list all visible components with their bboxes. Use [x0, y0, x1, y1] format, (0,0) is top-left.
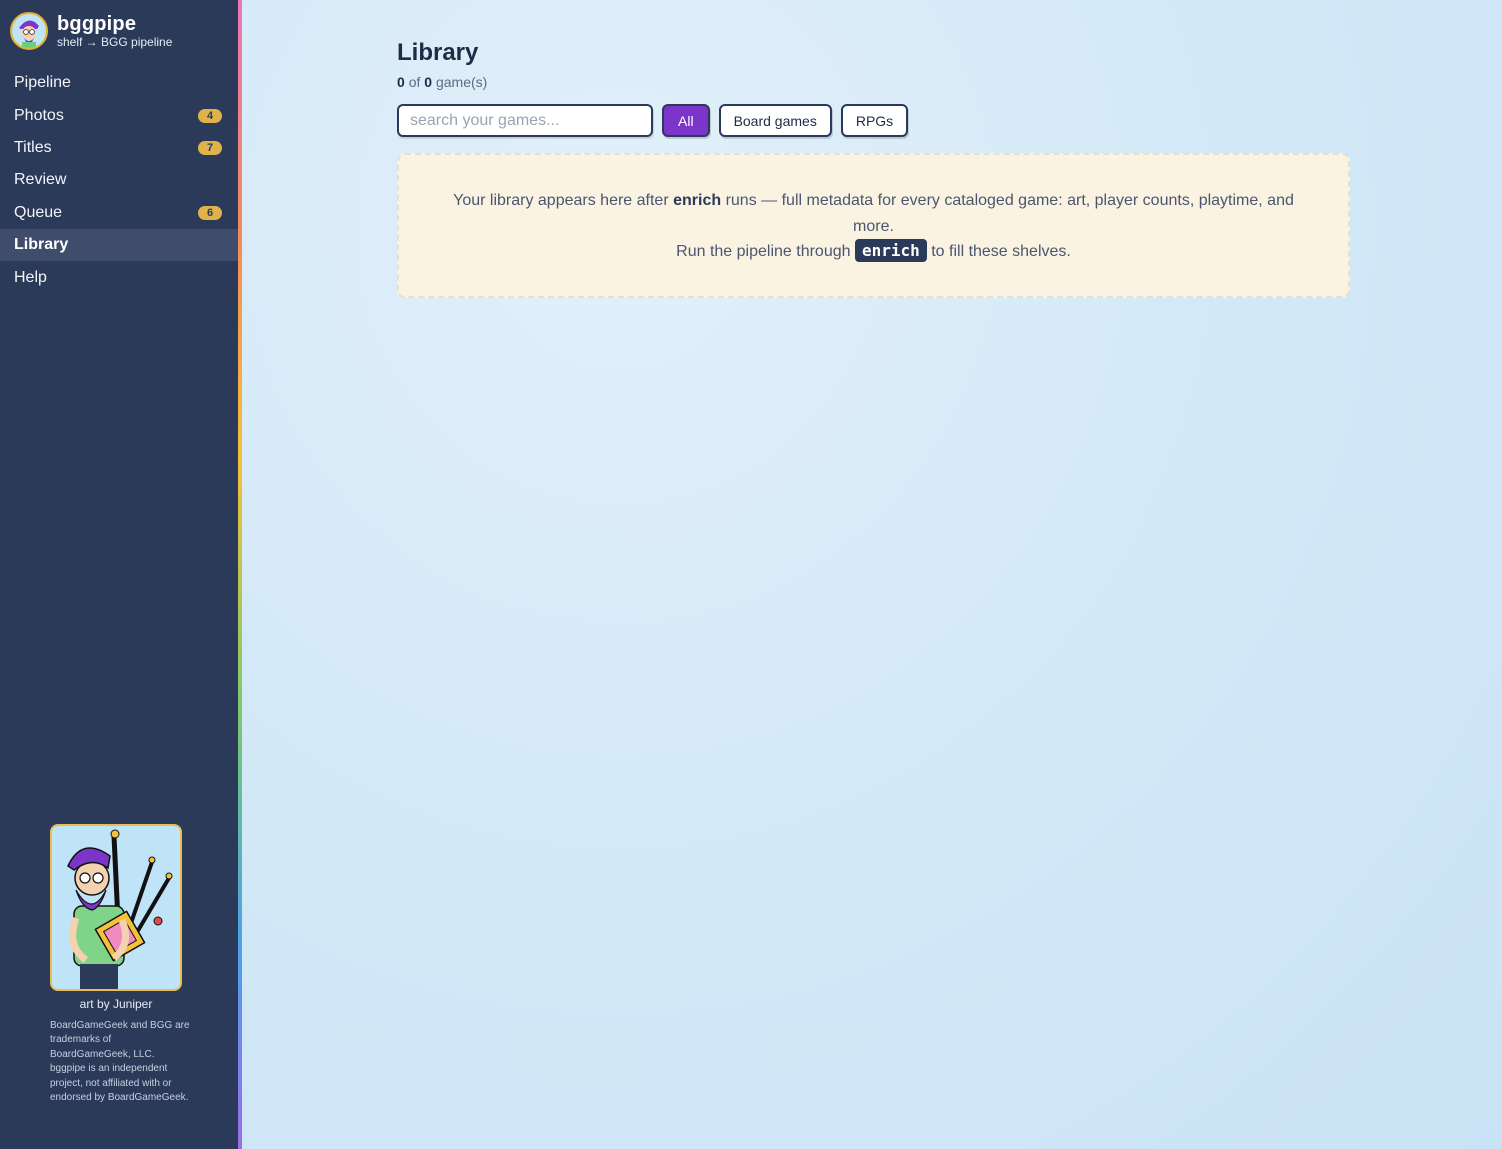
- empty-state-line2: Run the pipeline through enrich to fill …: [439, 239, 1308, 265]
- sidebar-item-review[interactable]: Review: [0, 164, 238, 196]
- count-badge: 7: [198, 140, 222, 155]
- page-title: Library: [397, 39, 479, 66]
- sidebar-item-help[interactable]: Help: [0, 261, 238, 293]
- sidebar-nav: Pipeline Photos 4 Titles 7 Review Queue …: [0, 67, 238, 294]
- count-total: 0: [424, 74, 433, 90]
- main-panel: Library 0 of 0 game(s) All Board games R…: [242, 0, 1502, 1149]
- filter-board-games-button[interactable]: Board games: [718, 104, 832, 137]
- trademark-notice: BoardGameGeek and BGG are trademarks of …: [50, 1020, 190, 1104]
- sidebar-item-library[interactable]: Library: [0, 228, 238, 262]
- brand[interactable]: bggpipe shelf → BGG pipeline: [10, 12, 172, 50]
- search-input[interactable]: [397, 104, 653, 137]
- sidebar-item-label: Help: [14, 268, 47, 286]
- sidebar: bggpipe shelf → BGG pipeline Pipeline Ph…: [0, 0, 238, 1149]
- sidebar-item-photos[interactable]: Photos 4: [0, 99, 238, 131]
- sidebar-item-queue[interactable]: Queue 6: [0, 197, 238, 229]
- mascot-illustration: [50, 824, 182, 991]
- game-count: 0 of 0 game(s): [397, 74, 1350, 90]
- filter-rpgs-button[interactable]: RPGs: [840, 104, 909, 137]
- bagpiper-illustration-icon: [52, 826, 180, 989]
- sidebar-item-label: Pipeline: [14, 74, 71, 92]
- count-of: of: [408, 74, 421, 90]
- enrich-code: enrich: [854, 239, 927, 262]
- avatar: [10, 12, 48, 50]
- count-badge: 4: [198, 108, 222, 123]
- sidebar-item-label: Titles: [14, 138, 52, 156]
- app-subtitle: shelf → BGG pipeline: [57, 35, 173, 49]
- count-suffix: game(s): [435, 74, 488, 90]
- empty-text: Run the pipeline through: [676, 243, 851, 260]
- sidebar-item-pipeline[interactable]: Pipeline: [0, 67, 238, 99]
- empty-text: Your library appears here after: [453, 192, 669, 209]
- count-shown: 0: [397, 74, 405, 90]
- art-credit: art by Juniper: [79, 997, 153, 1011]
- sidebar-item-label: Library: [14, 236, 69, 254]
- count-badge: 6: [198, 205, 222, 220]
- sidebar-item-label: Photos: [14, 106, 64, 124]
- app-name: bggpipe: [57, 13, 137, 35]
- empty-text: runs — full metadata for every cataloged…: [725, 192, 1294, 235]
- filter-all-button[interactable]: All: [662, 104, 710, 137]
- library-content: Library 0 of 0 game(s) All Board games R…: [397, 38, 1350, 298]
- empty-state: Your library appears here after enrich r…: [397, 153, 1350, 298]
- filter-toolbar: All Board games RPGs: [397, 104, 1350, 137]
- sidebar-item-titles[interactable]: Titles 7: [0, 132, 238, 164]
- sidebar-item-label: Review: [14, 171, 67, 189]
- empty-state-line1: Your library appears here after enrich r…: [439, 188, 1308, 239]
- sidebar-item-label: Queue: [14, 203, 63, 221]
- piper-avatar-icon: [12, 14, 46, 48]
- enrich-keyword: enrich: [673, 192, 722, 209]
- empty-text: to fill these shelves.: [931, 243, 1071, 260]
